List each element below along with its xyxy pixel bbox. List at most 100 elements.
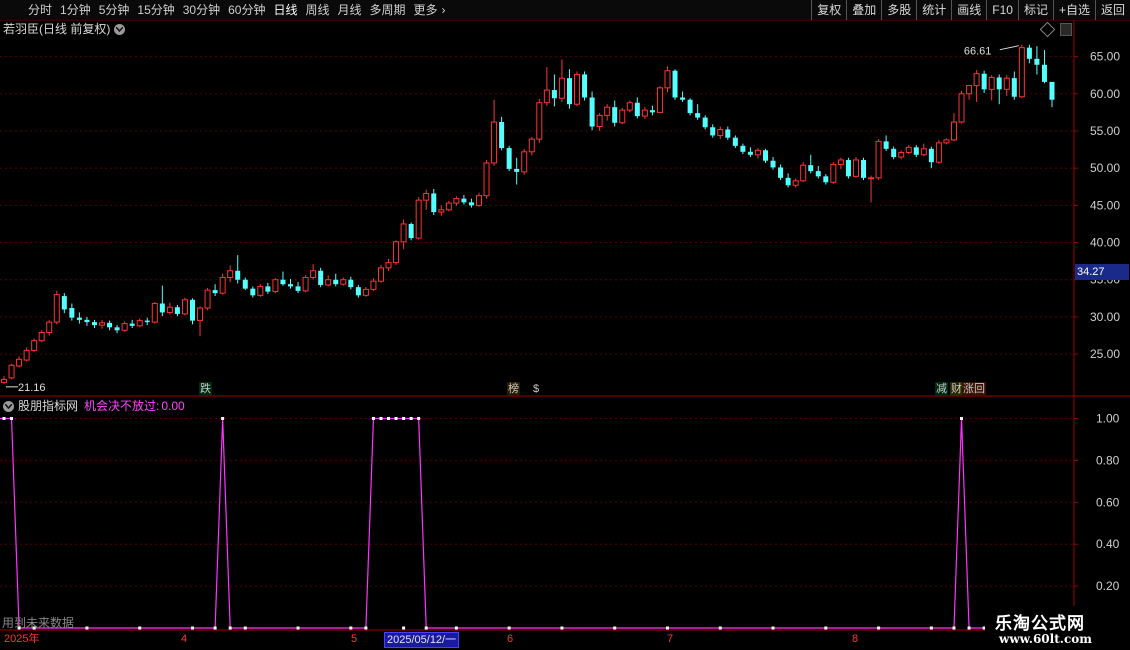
period-tabs: 分时 1分钟 5分钟 15分钟 30分钟 60分钟 日线 周线 月线 多周期 更多 › <box>0 0 450 20</box>
candle-body <box>272 279 279 293</box>
candle-body <box>483 162 490 197</box>
chevron-down-icon[interactable] <box>3 400 14 412</box>
period-tab[interactable]: 5分钟 <box>95 0 134 20</box>
candle-body <box>91 322 97 326</box>
indicator-marker <box>409 416 413 420</box>
indicator-marker <box>402 626 406 630</box>
indicator-marker <box>454 626 458 630</box>
indicator-marker <box>296 626 300 630</box>
candle-body <box>257 285 264 296</box>
candle-body <box>1049 81 1055 100</box>
period-tab[interactable]: 1分钟 <box>56 0 95 20</box>
toolbar-button[interactable]: 多股 <box>881 0 916 20</box>
candle-body <box>1034 58 1040 65</box>
candle-body <box>687 99 693 114</box>
candle-body <box>445 202 452 211</box>
candle-body <box>333 279 339 285</box>
toolbar-button[interactable]: 叠加 <box>846 0 881 20</box>
y-tick-label: 60.00 <box>1090 87 1120 101</box>
candle-body <box>377 267 384 282</box>
candle-body <box>710 127 716 136</box>
candle-body <box>415 199 422 239</box>
period-tab[interactable]: 15分钟 <box>133 0 178 20</box>
toolbar-button[interactable]: 画线 <box>951 0 986 20</box>
toolbar-button[interactable]: +自选 <box>1052 0 1095 20</box>
period-tab[interactable]: 60分钟 <box>224 0 269 20</box>
candle-body <box>69 307 75 318</box>
candle-body <box>385 262 392 269</box>
candle-body <box>852 159 859 177</box>
candle-body <box>144 320 150 323</box>
candle-body <box>958 93 965 123</box>
candle-body <box>604 106 611 116</box>
period-tab[interactable]: 30分钟 <box>179 0 224 20</box>
candle-body <box>76 317 82 320</box>
candle-body <box>151 303 158 323</box>
candle-body <box>800 164 807 182</box>
chevron-down-icon[interactable] <box>114 23 126 35</box>
toolbar-button[interactable]: F10 <box>986 0 1018 20</box>
candle-body <box>514 168 520 172</box>
toolbar-button[interactable]: 标记 <box>1017 0 1053 20</box>
period-tab[interactable]: 月线 <box>334 0 366 20</box>
diamond-icon[interactable] <box>1039 21 1056 38</box>
indicator-source[interactable]: 股朋指标网 <box>18 397 78 415</box>
candle-body <box>528 138 535 153</box>
indicator-marker <box>10 416 14 420</box>
toolbar-button[interactable]: 返回 <box>1094 0 1130 20</box>
indicator-marker <box>364 626 368 630</box>
date-axis: 2025年 4 5 6 7 8 <box>0 632 1075 650</box>
y-tick-label: 50.00 <box>1090 161 1120 175</box>
candle-body <box>656 87 663 113</box>
indicator-marker <box>877 626 881 630</box>
indicator-marker <box>665 626 669 630</box>
indicator-name: 机会决不放过: <box>84 399 160 413</box>
indicator-marker <box>967 626 971 630</box>
chevron-right-icon[interactable]: › <box>442 0 450 20</box>
date-label: 5 <box>351 633 358 645</box>
candle-body <box>536 102 543 140</box>
candle-body <box>295 286 301 291</box>
toolbar-buttons: 复权 叠加 多股 统计 画线 F10 标记 +自选 返回 <box>811 0 1130 20</box>
scroll-indicator[interactable] <box>1060 23 1072 36</box>
candle-body <box>31 340 38 351</box>
main-chart-header: 若羽臣(日线 前复权) <box>0 20 126 38</box>
candle-body <box>778 167 784 178</box>
period-tab[interactable]: 周线 <box>301 0 333 20</box>
candle-body <box>695 113 701 118</box>
selected-date: 2025/05/12/一 <box>384 632 460 648</box>
candle-body <box>235 270 241 280</box>
y-tick-label: 30.00 <box>1090 310 1120 324</box>
period-tab[interactable]: 多周期 <box>366 0 410 20</box>
y-tick-label: 0.60 <box>1096 495 1120 509</box>
candle-body <box>966 85 973 95</box>
candle-body <box>551 90 557 99</box>
candle-body <box>499 122 505 149</box>
stock-title: 若羽臣(日线 前复权) <box>3 22 111 36</box>
signal-label: $ <box>533 383 540 395</box>
candle-body <box>762 150 768 161</box>
low-annotation: 21.16 <box>18 382 46 394</box>
candle-body <box>754 149 761 156</box>
watermark: 乐淘公式网 www.60lt.com <box>985 606 1130 650</box>
candle-body <box>1 378 7 383</box>
indicator-marker <box>424 626 428 630</box>
toolbar-button[interactable]: 统计 <box>916 0 951 20</box>
candle-body <box>400 223 407 243</box>
toolbar-button[interactable]: 复权 <box>811 0 846 20</box>
period-tab[interactable]: 日线 <box>269 0 301 20</box>
candle-body <box>928 148 934 163</box>
candle-body <box>461 198 467 203</box>
candle-body <box>1026 47 1032 59</box>
candle-body <box>973 73 980 87</box>
date-label: 2025年 <box>4 633 40 645</box>
candle-body <box>16 358 23 367</box>
indicator-marker <box>213 626 217 630</box>
period-tab[interactable]: 更多 <box>410 0 442 20</box>
candle-body <box>664 70 671 89</box>
indicator-marker <box>221 416 225 420</box>
candle-body <box>23 349 30 361</box>
period-tab[interactable]: 分时 <box>0 0 56 20</box>
candle-body <box>717 128 724 136</box>
candle-body <box>340 279 347 285</box>
